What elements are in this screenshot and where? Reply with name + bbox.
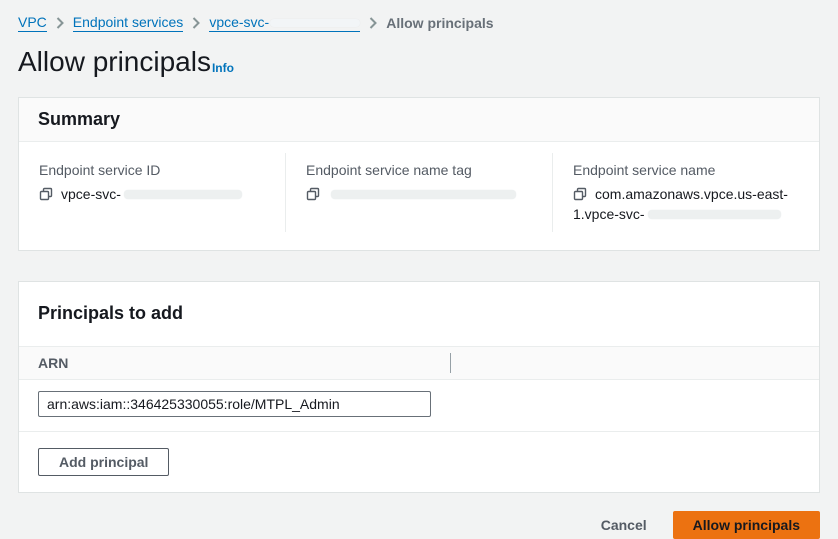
breadcrumb-service-id-prefix: vpce-svc- xyxy=(209,14,269,30)
page-title: Allow principalsInfo xyxy=(18,45,820,84)
cancel-button[interactable]: Cancel xyxy=(601,517,647,533)
copy-icon[interactable] xyxy=(573,187,587,201)
breadcrumb: VPC Endpoint services vpce-svc- Allow pr… xyxy=(18,0,820,32)
add-principal-button[interactable]: Add principal xyxy=(38,448,169,476)
copy-icon[interactable] xyxy=(39,187,53,201)
allow-principals-button[interactable]: Allow principals xyxy=(673,511,820,539)
breadcrumb-link-endpoint-services[interactable]: Endpoint services xyxy=(73,13,184,32)
field-value: vpce-svc- xyxy=(39,184,265,204)
principals-card-header: Principals to add xyxy=(19,282,819,346)
principals-card: Principals to add ARN Add principal xyxy=(18,281,820,493)
breadcrumb-link-vpc[interactable]: VPC xyxy=(18,13,47,32)
summary-card: Summary Endpoint service ID vpce-svc- En… xyxy=(18,97,820,251)
summary-card-header: Summary xyxy=(19,98,819,142)
summary-field-endpoint-service-name-tag: Endpoint service name tag xyxy=(285,153,552,232)
redacted-text xyxy=(331,190,516,199)
footer-actions: Cancel Allow principals xyxy=(18,511,820,539)
info-link[interactable]: Info xyxy=(212,61,234,75)
field-label: Endpoint service name tag xyxy=(306,161,532,179)
copy-icon[interactable] xyxy=(306,187,320,201)
field-value: com.amazonaws.vpce.us-east-1.vpce-svc- xyxy=(573,184,799,224)
arn-input-row xyxy=(19,380,819,432)
add-principal-row: Add principal xyxy=(19,432,819,492)
field-label: Endpoint service name xyxy=(573,161,799,179)
arn-table-header: ARN xyxy=(19,346,819,380)
breadcrumb-current-page: Allow principals xyxy=(386,14,493,32)
field-value xyxy=(306,184,532,204)
field-value-text: vpce-svc- xyxy=(61,186,121,202)
redacted-text xyxy=(270,19,360,27)
breadcrumb-link-endpoint-service-id[interactable]: vpce-svc- xyxy=(209,13,360,32)
summary-field-endpoint-service-id: Endpoint service ID vpce-svc- xyxy=(19,153,285,232)
column-resize-handle[interactable] xyxy=(450,353,451,373)
summary-field-endpoint-service-name: Endpoint service name com.amazonaws.vpce… xyxy=(552,153,819,232)
page-title-text: Allow principals xyxy=(18,46,211,77)
chevron-right-icon xyxy=(56,17,64,29)
redacted-text xyxy=(124,190,242,199)
page: VPC Endpoint services vpce-svc- Allow pr… xyxy=(0,0,838,539)
summary-card-body: Endpoint service ID vpce-svc- Endpoint s… xyxy=(19,142,819,250)
chevron-right-icon xyxy=(192,17,200,29)
column-header-arn: ARN xyxy=(38,355,68,371)
redacted-text xyxy=(648,210,781,219)
arn-input[interactable] xyxy=(38,391,431,417)
field-label: Endpoint service ID xyxy=(39,161,265,179)
chevron-right-icon xyxy=(369,17,377,29)
